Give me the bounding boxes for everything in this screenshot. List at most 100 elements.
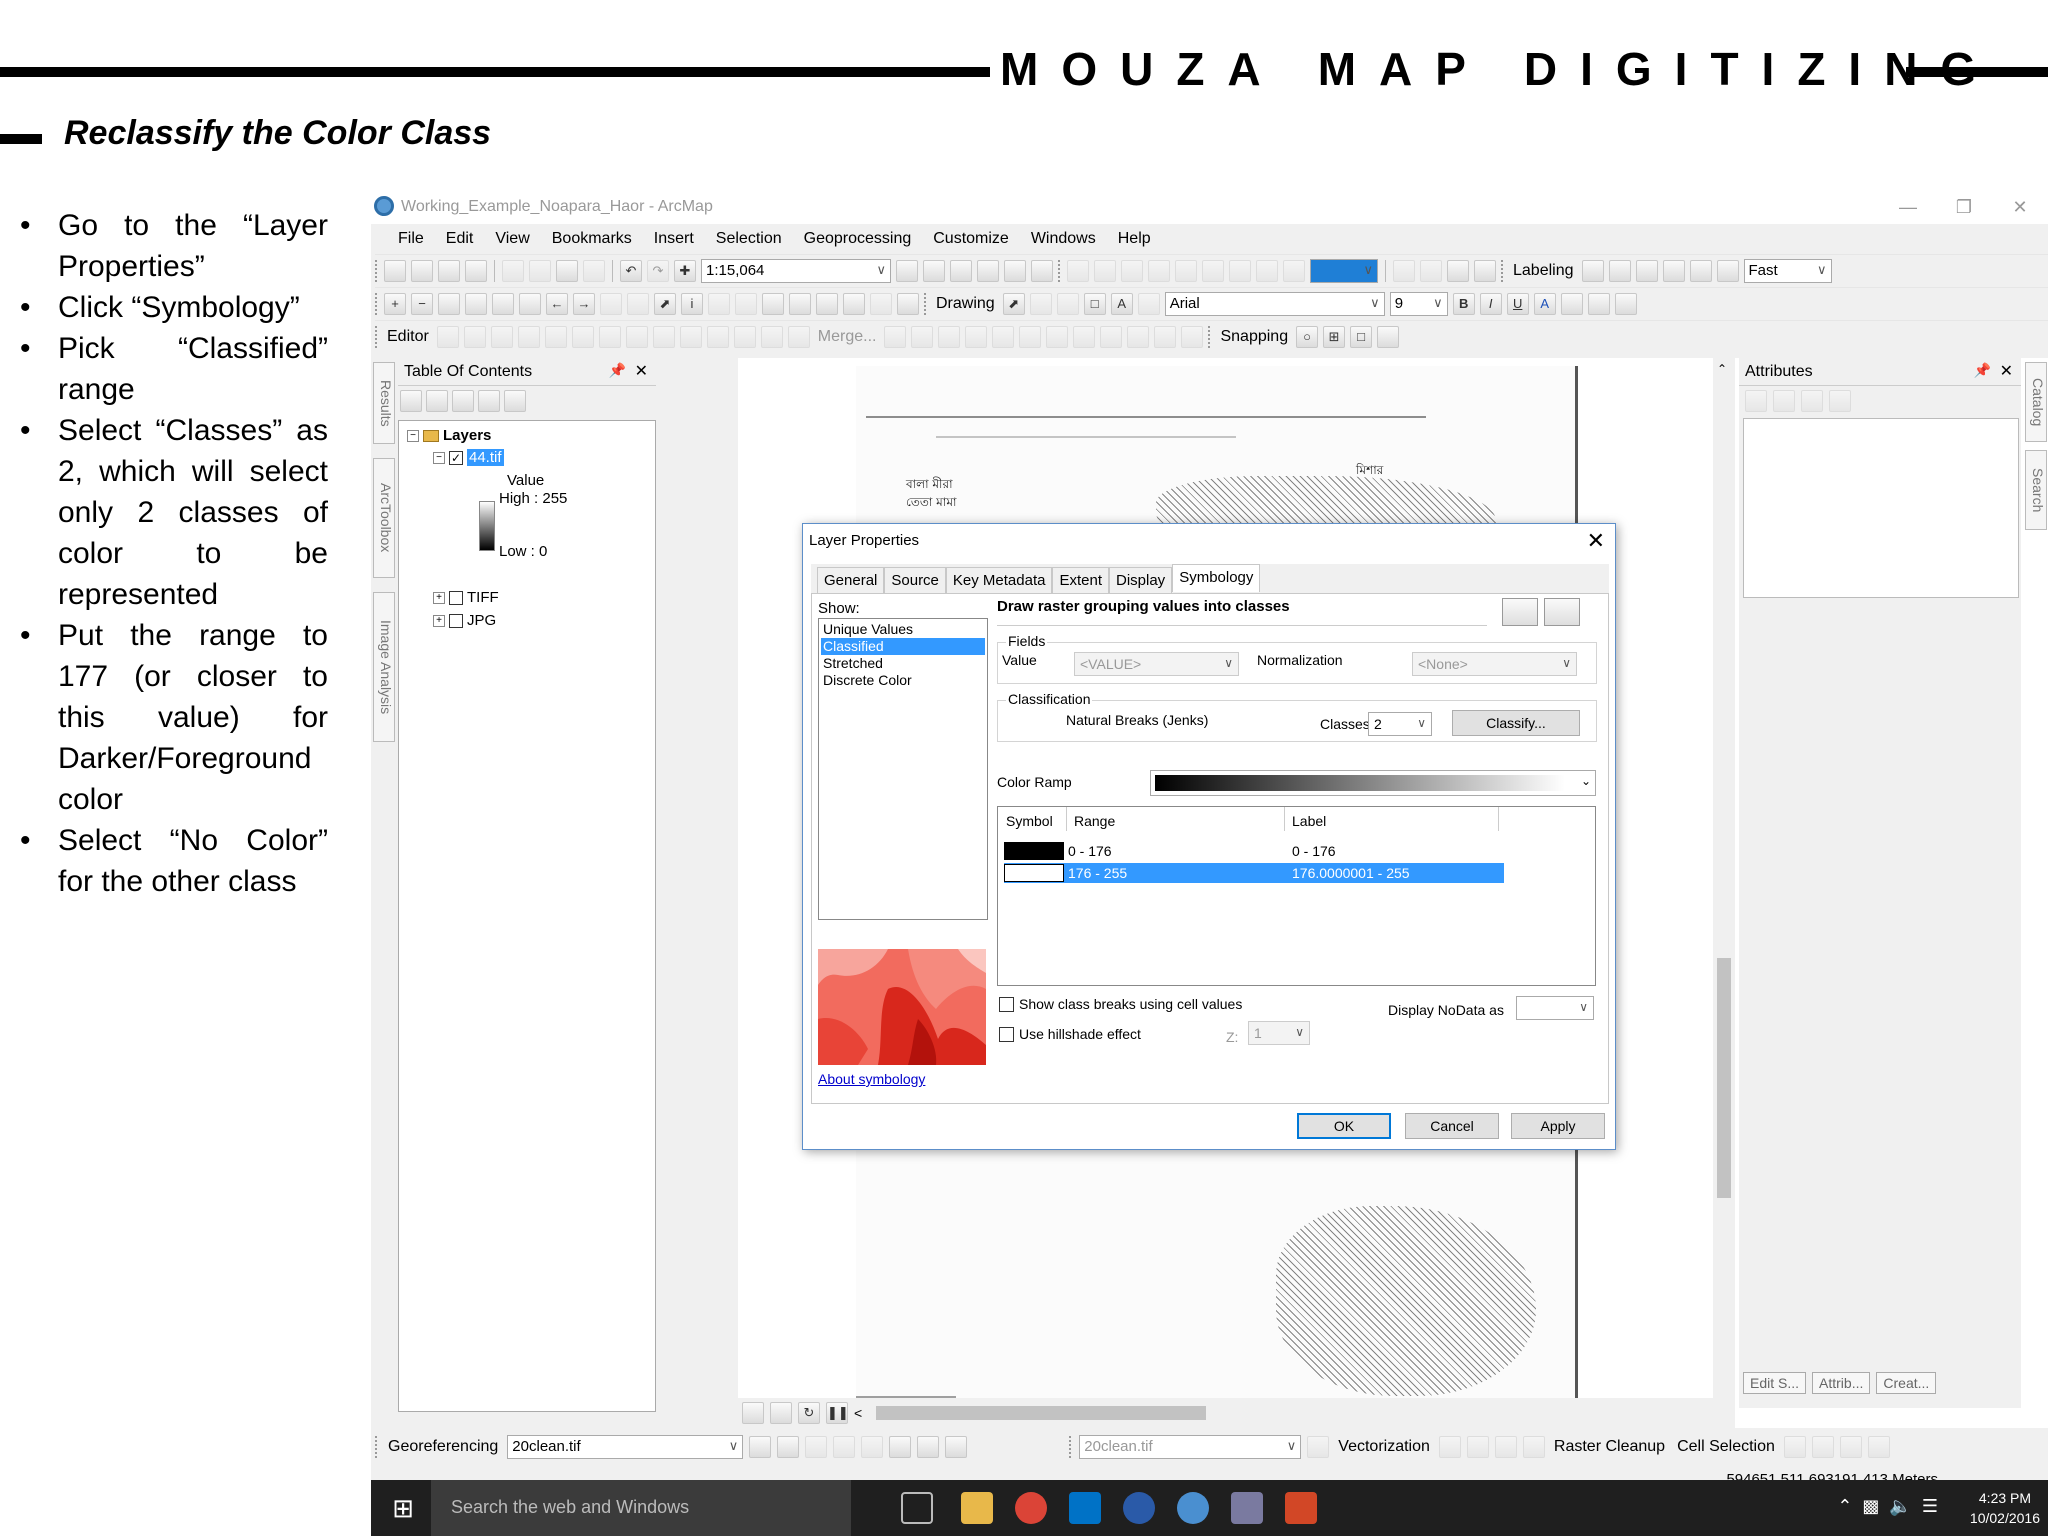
label-weight-icon[interactable] [1635, 260, 1658, 282]
label-priority-icon[interactable] [1608, 260, 1631, 282]
toolbar-grip[interactable] [1208, 326, 1212, 348]
layout-tool-icon[interactable] [1202, 260, 1224, 282]
task-view-icon[interactable] [901, 1492, 933, 1524]
restore-button[interactable]: ❐ [1936, 190, 1992, 224]
vectorization-tool-icon[interactable] [1466, 1436, 1489, 1458]
toolbar-grip[interactable] [375, 1436, 379, 1458]
zoom-out-fixed-icon[interactable] [1094, 260, 1116, 282]
layout-tool-icon[interactable] [1393, 260, 1415, 282]
attributes-tool-icon[interactable] [1829, 390, 1851, 412]
select-elements-arrow-icon[interactable]: ⬈ [654, 293, 676, 315]
attributes-tool-icon[interactable] [1745, 390, 1767, 412]
value-field-select[interactable]: <VALUE> [1074, 652, 1239, 676]
create-features-icon[interactable] [787, 326, 810, 348]
tab-extent[interactable]: Extent [1052, 567, 1109, 593]
layout-tool-icon[interactable] [1229, 260, 1251, 282]
minimize-button[interactable]: — [1880, 190, 1936, 224]
lock-labels-icon[interactable] [1662, 260, 1685, 282]
copy-icon[interactable] [529, 260, 551, 282]
pin-icon[interactable]: 📌 [609, 362, 626, 379]
font-color-icon[interactable]: A [1533, 293, 1556, 315]
back-extent-icon[interactable]: ← [546, 293, 568, 315]
time-slider-icon[interactable] [870, 293, 892, 315]
list-by-drawing-order-icon[interactable] [400, 390, 422, 412]
full-extent-globe-icon[interactable] [465, 293, 487, 315]
arcmap-taskbar-icon[interactable] [1177, 1492, 1209, 1524]
raster-cleanup-menu[interactable]: Raster Cleanup [1551, 1438, 1668, 1456]
layer-visibility-checkbox[interactable]: ✓ [449, 450, 463, 465]
tab-source[interactable]: Source [884, 567, 946, 593]
layout-tool-icon[interactable] [1447, 260, 1469, 282]
powerpoint-icon[interactable] [1285, 1492, 1317, 1524]
advanced-edit-icon[interactable] [1127, 326, 1150, 348]
menu-customize[interactable]: Customize [922, 230, 1020, 248]
edit-vertices-icon[interactable] [1137, 293, 1160, 315]
close-icon[interactable]: ✕ [1587, 528, 1605, 554]
pause-labeling-icon[interactable] [1689, 260, 1712, 282]
catalog-window-icon[interactable] [950, 260, 972, 282]
hillshade-checkbox[interactable] [999, 1026, 1014, 1042]
vectorization-layer-combo[interactable]: 20clean.tif [1079, 1435, 1302, 1459]
advanced-edit-icon[interactable] [1181, 326, 1204, 348]
chrome-icon[interactable] [1015, 1492, 1047, 1524]
vectorization-tool-icon[interactable] [1438, 1436, 1461, 1458]
vectorization-menu[interactable]: Vectorization [1335, 1438, 1433, 1456]
point-icon[interactable] [571, 326, 594, 348]
import-folder-icon[interactable] [1502, 598, 1538, 626]
sketch-properties-icon[interactable] [760, 326, 783, 348]
advanced-edit-icon[interactable] [1100, 326, 1123, 348]
renderer-unique-values[interactable]: Unique Values [821, 621, 985, 638]
italic-button[interactable]: I [1479, 293, 1502, 315]
undo-icon[interactable]: ↶ [620, 260, 642, 282]
edit-tool-icon[interactable] [436, 326, 459, 348]
edit-sketch-tab[interactable]: Edit S... [1743, 1372, 1807, 1394]
list-by-selection-icon[interactable] [478, 390, 500, 412]
group-item-jpg[interactable]: + JPG [433, 612, 496, 629]
editor-menu[interactable]: Editor [384, 328, 432, 346]
windows-start-icon[interactable]: ⊞ [387, 1492, 419, 1524]
close-icon[interactable]: ✕ [635, 361, 648, 381]
menu-file[interactable]: File [387, 230, 435, 248]
save-icon[interactable] [438, 260, 460, 282]
advanced-edit-icon[interactable] [884, 326, 907, 348]
chevron-down-icon[interactable]: ⌄ [1581, 774, 1591, 788]
delete-icon[interactable] [583, 260, 605, 282]
auto-registration-icon[interactable] [945, 1436, 968, 1458]
refresh-icon[interactable]: ↻ [798, 1402, 820, 1424]
toolbar-grip[interactable] [924, 293, 928, 315]
raster-painting-icon[interactable] [1494, 1436, 1517, 1458]
label-manager-icon[interactable] [1581, 260, 1604, 282]
menu-insert[interactable]: Insert [643, 230, 705, 248]
tab-symbology[interactable]: Symbology [1172, 564, 1261, 592]
group-item-tiff[interactable]: + TIFF [433, 589, 499, 606]
end-snapping-icon[interactable]: ⊞ [1323, 326, 1346, 348]
fill-color-icon[interactable] [1560, 293, 1583, 315]
advanced-edit-icon[interactable] [1019, 326, 1042, 348]
vertex-snapping-icon[interactable]: □ [1350, 326, 1373, 348]
show-class-breaks-option[interactable]: Show class breaks using cell values [999, 996, 1242, 1012]
raster-eraser-icon[interactable] [1522, 1436, 1545, 1458]
menu-edit[interactable]: Edit [435, 230, 485, 248]
menu-geoprocessing[interactable]: Geoprocessing [793, 230, 923, 248]
cut-icon[interactable] [502, 260, 524, 282]
labeling-menu[interactable]: Labeling [1510, 262, 1577, 280]
advanced-edit-icon[interactable] [1073, 326, 1096, 348]
cell-selection-tool-icon[interactable] [1839, 1436, 1862, 1458]
vectorization-settings-icon[interactable] [1307, 1436, 1330, 1458]
column-header-range[interactable]: Range [1074, 813, 1115, 829]
ok-button[interactable]: OK [1297, 1113, 1391, 1139]
class-row[interactable]: 0 - 176 0 - 176 [1004, 841, 1504, 861]
toolbar-grip[interactable] [1501, 260, 1505, 282]
fixed-zoom-out-icon[interactable] [519, 293, 541, 315]
taskbar-search[interactable]: Search the web and Windows [431, 1480, 851, 1536]
z-factor-input[interactable]: 1 [1248, 1021, 1310, 1045]
list-by-visibility-icon[interactable] [452, 390, 474, 412]
html-popup-icon[interactable] [735, 293, 757, 315]
clear-selection-icon[interactable] [627, 293, 649, 315]
label-quality-combo[interactable]: Fast [1743, 259, 1832, 283]
about-symbology-link[interactable]: About symbology [818, 1071, 925, 1087]
add-control-points-icon[interactable] [749, 1436, 772, 1458]
cancel-button[interactable]: Cancel [1405, 1113, 1499, 1139]
class-label[interactable]: 0 - 176 [1292, 843, 1336, 859]
expand-icon[interactable]: + [433, 591, 445, 604]
